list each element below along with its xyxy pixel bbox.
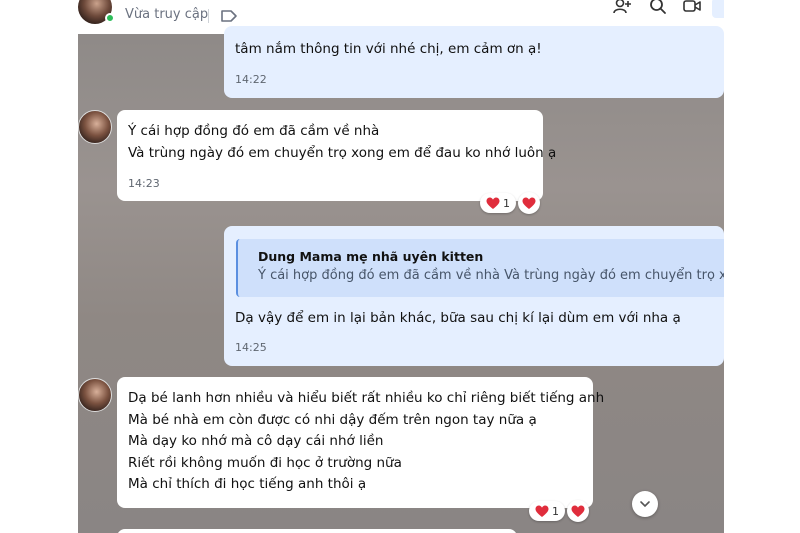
message-text: Dạ bé lanh hơn nhiều và hiểu biết rất nh… bbox=[128, 390, 605, 406]
search-icon[interactable] bbox=[648, 0, 668, 16]
heart-icon bbox=[535, 505, 549, 517]
message-bubble-incoming[interactable]: Ý cái hợp đồng đó em đã cầm về nhà Và tr… bbox=[117, 110, 556, 201]
quoted-message[interactable]: Dung Mama mẹ nhã uyên kitten Ý cái hợp đ… bbox=[236, 239, 724, 297]
reaction-count: 1 bbox=[552, 504, 559, 518]
message-text: Mà bé nhà em còn được có nhi dậy đếm trê… bbox=[128, 411, 537, 428]
reaction-summary[interactable]: 1 bbox=[480, 193, 516, 213]
message-text: Mà chỉ thích đi học tiếng anh thôi ạ bbox=[128, 476, 367, 492]
video-call-icon[interactable] bbox=[682, 0, 702, 16]
quoted-text: Ý cái hợp đồng đó em đã cầm về nhà Và tr… bbox=[258, 268, 724, 283]
chat-window: Vừa truy cập tâm nắm thông tin với nhé c… bbox=[78, 0, 724, 533]
quoted-sender-name: Dung Mama mẹ nhã uyên kitten bbox=[258, 249, 484, 264]
tag-icon[interactable] bbox=[220, 8, 238, 24]
sender-avatar[interactable] bbox=[78, 110, 112, 144]
message-text: Riết rồi không muốn đi học ở trường nữa bbox=[128, 454, 402, 471]
message-bubble-outgoing[interactable]: Dung Mama mẹ nhã uyên kitten Ý cái hợp đ… bbox=[224, 226, 724, 366]
sidebar-toggle-button[interactable] bbox=[712, 0, 724, 18]
chevron-down-icon bbox=[640, 501, 650, 508]
heart-icon bbox=[522, 197, 536, 209]
message-bubble-incoming[interactable]: Dạ bé lanh hơn nhiều và hiểu biết rất nh… bbox=[117, 377, 604, 508]
scroll-to-bottom-button[interactable] bbox=[632, 491, 658, 517]
contact-status: Vừa truy cập bbox=[125, 7, 209, 22]
add-member-icon[interactable] bbox=[612, 0, 632, 16]
heart-icon bbox=[486, 197, 500, 209]
heart-icon bbox=[571, 505, 585, 517]
online-status-dot bbox=[105, 13, 115, 23]
message-time: 14:23 bbox=[128, 177, 160, 190]
message-text: tâm nắm thông tin với nhé chị, em cảm ơn… bbox=[235, 41, 542, 57]
reaction-summary[interactable]: 1 bbox=[529, 501, 565, 521]
message-bubble-incoming[interactable] bbox=[117, 529, 517, 533]
message-text: Và trùng ngày đó em chuyển trọ xong em đ… bbox=[128, 144, 557, 161]
message-text: Dạ vậy để em in lại bản khác, bữa sau ch… bbox=[235, 310, 681, 326]
reaction-count: 1 bbox=[503, 196, 510, 210]
message-text: Ý cái hợp đồng đó em đã cầm về nhà bbox=[128, 123, 380, 139]
header-divider bbox=[208, 9, 209, 23]
react-button[interactable] bbox=[518, 192, 540, 214]
message-time: 14:22 bbox=[235, 73, 267, 86]
react-button[interactable] bbox=[567, 500, 589, 522]
message-time: 14:25 bbox=[235, 341, 267, 354]
message-bubble-outgoing[interactable]: tâm nắm thông tin với nhé chị, em cảm ơn… bbox=[224, 26, 724, 98]
sender-avatar[interactable] bbox=[78, 378, 112, 412]
message-text: Mà dạy ko nhớ mà cô dạy cái nhớ liền bbox=[128, 433, 384, 449]
